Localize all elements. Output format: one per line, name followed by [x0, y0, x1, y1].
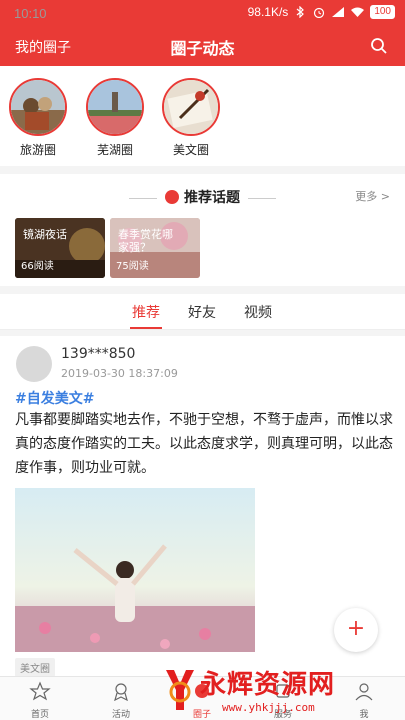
- status-bar: 10:10 98.1K/s 100: [0, 0, 405, 26]
- post-circle-tag[interactable]: 美文圈: [15, 658, 55, 677]
- watermark-url: www.yhkjjj.com: [222, 701, 315, 714]
- circle-item-wuhu[interactable]: 芜湖圈: [86, 78, 144, 158]
- post-hashtag[interactable]: #自发美文#: [15, 388, 94, 408]
- tab-friends[interactable]: 好友: [188, 302, 216, 322]
- top-bar: 10:10 98.1K/s 100 我的圈子 圈子动态: [0, 0, 405, 66]
- watermark: 永辉资源网 www.yhkjjj.com: [160, 660, 400, 720]
- divider: [129, 197, 157, 199]
- travel-photo-icon: [11, 80, 65, 134]
- star-icon: [29, 681, 51, 701]
- topic-reads: 66阅读: [21, 261, 54, 272]
- tab-recommended[interactable]: 推荐: [132, 302, 160, 322]
- topics-title: 推荐话题: [184, 190, 240, 206]
- circle-item-travel[interactable]: 旅游圈: [9, 78, 67, 158]
- topic-card[interactable]: 镜湖夜话 66阅读: [15, 218, 105, 278]
- post-username[interactable]: 139***850: [61, 346, 135, 362]
- recommended-topics: 推荐话题 更多 > 镜湖夜话 66阅读 春季赏花哪家强？ 75阅读: [0, 174, 405, 286]
- search-icon[interactable]: [370, 37, 388, 55]
- alarm-icon: [314, 7, 325, 18]
- nav-item-home[interactable]: 首页: [15, 681, 65, 720]
- badge-icon: [114, 683, 128, 702]
- status-time: 10:10: [14, 6, 47, 21]
- topic-reads: 75阅读: [116, 261, 149, 272]
- circle-label: 旅游圈: [19, 143, 56, 157]
- pen-paper-photo-icon: [164, 80, 218, 134]
- topic-title: 春季赏花哪家强？: [118, 228, 173, 254]
- nav-item-activity[interactable]: 活动: [96, 681, 146, 720]
- circle-label: 芜湖圈: [96, 143, 133, 157]
- my-circles-link[interactable]: 我的圈子: [15, 37, 71, 57]
- status-icons: 98.1K/s 100: [248, 5, 395, 19]
- circle-list: 旅游圈 芜湖圈 美文圈: [0, 66, 405, 166]
- girl-in-field-photo-icon: [15, 488, 255, 652]
- signal-icon: [332, 7, 345, 17]
- topic-card[interactable]: 春季赏花哪家强？ 75阅读: [110, 218, 200, 278]
- tab-video[interactable]: 视频: [244, 302, 272, 322]
- watermark-logo-icon: [166, 670, 194, 710]
- watermark-brand: 永辉资源网: [200, 670, 336, 700]
- divider: [248, 197, 276, 199]
- wuhu-photo-icon: [88, 80, 142, 134]
- post-content: 凡事都要脚踏实地去作，不驰于空想，不骛于虚声，而惟以求真的态度作踏实的工夫。以此…: [15, 412, 393, 476]
- topic-title: 镜湖夜话: [23, 228, 67, 241]
- battery-indicator: 100: [370, 5, 395, 19]
- avatar[interactable]: [16, 346, 52, 382]
- add-post-button[interactable]: +: [334, 608, 378, 652]
- wifi-icon: [351, 7, 365, 17]
- feed-tabs: 推荐 好友 视频: [0, 294, 405, 330]
- circle-avatar: [9, 78, 67, 136]
- topics-header: 推荐话题: [0, 187, 405, 207]
- more-topics-link[interactable]: 更多 >: [355, 188, 390, 204]
- network-speed: 98.1K/s: [247, 5, 289, 19]
- post-image[interactable]: [15, 488, 255, 652]
- post-timestamp: 2019-03-30 18:37:09: [61, 367, 178, 380]
- tab-underline: [130, 327, 162, 329]
- bluetooth-icon: [296, 6, 305, 18]
- circle-label: 美文圈: [172, 143, 209, 157]
- flame-icon: [165, 190, 179, 204]
- circle-avatar: [162, 78, 220, 136]
- circle-item-prose[interactable]: 美文圈: [162, 78, 220, 158]
- nav-label: 活动: [111, 710, 130, 720]
- nav-label: 首页: [30, 710, 49, 720]
- plus-icon: +: [346, 616, 366, 641]
- circle-avatar: [86, 78, 144, 136]
